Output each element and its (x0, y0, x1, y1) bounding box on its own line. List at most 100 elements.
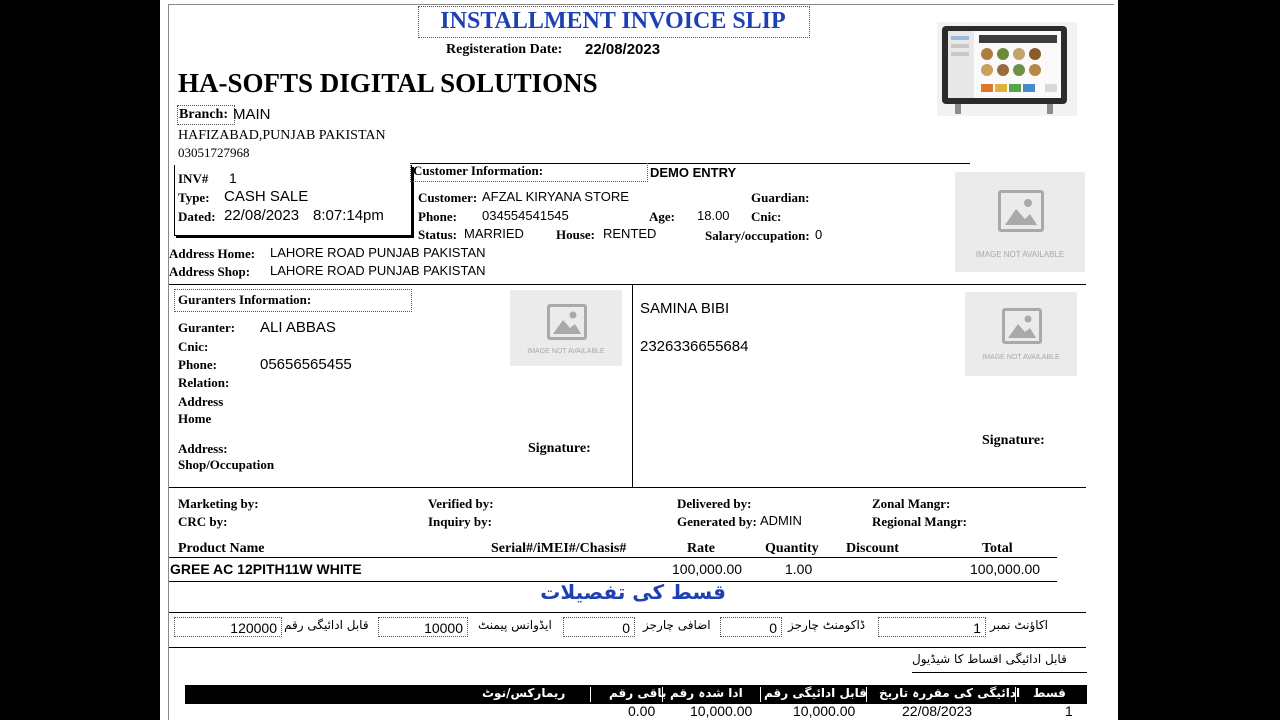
sched-date: 22/08/2023 (902, 703, 973, 719)
guarantor-top-line (168, 284, 1086, 285)
customer-value: AFZAL KIRYANA STORE (482, 189, 629, 204)
advance-payment-field: 10000 (378, 617, 468, 637)
branch-value: MAIN (233, 106, 271, 123)
guarantor2-cnic: 2326336655684 (640, 338, 749, 355)
verified-label: Verified by: (428, 496, 494, 511)
product-total: 100,000.00 (970, 561, 1041, 577)
customer-phone: 034554541545 (482, 208, 569, 223)
sched-col-remarks: ریمارکس/نوٹ (482, 686, 566, 700)
guarantor-divider (632, 284, 633, 487)
col-discount: Discount (846, 541, 899, 556)
address-shop-label: Address Shop: (169, 264, 251, 279)
image-icon (1002, 308, 1042, 344)
guarantor2-signature-label: Signature: (982, 433, 1045, 448)
sched-paid: 10,000.00 (690, 703, 753, 719)
sched-col-no: قسط نمبر (1033, 686, 1066, 714)
sched-remaining: 0.00 (628, 703, 656, 719)
page-top-border (168, 4, 1114, 5)
house-value: RENTED (603, 226, 657, 241)
extra-charges-field: 0 (563, 617, 635, 637)
customer-cnic-label: Cnic: (751, 209, 782, 224)
installment-bottom-line (168, 647, 1086, 648)
crc-label: CRC by: (178, 514, 228, 529)
guarantor-signature-label: Signature: (528, 441, 591, 456)
guarantor-phone-label: Phone: (178, 357, 217, 372)
product-header-line (168, 557, 1057, 558)
sched-col-date: ادائیگی کی مقررہ تاریخ (879, 686, 1021, 700)
sched-payable: 10,000.00 (793, 703, 856, 719)
col-quantity: Quantity (765, 541, 819, 556)
sched-no: 1 (1065, 703, 1073, 719)
address-home-value: LAHORE ROAD PUNJAB PAKISTAN (270, 245, 486, 260)
type-value: CASH SALE (224, 188, 309, 205)
zonal-label: Zonal Mangr: (872, 496, 951, 511)
guarantor-address-home-label-1: Address (178, 394, 224, 409)
product-qty: 1.00 (785, 561, 813, 577)
account-number-field: 1 (878, 617, 986, 637)
sched-col-remaining: باقی رقم (609, 686, 667, 700)
guarantor2-name: SAMINA BIBI (640, 300, 730, 317)
guarantor-cnic-label: Cnic: (178, 339, 209, 354)
house-label: House: (556, 227, 595, 242)
delivered-label: Delivered by: (677, 496, 752, 511)
account-number-label: اکاؤنٹ نمبر (990, 618, 1048, 632)
address-shop-value: LAHORE ROAD PUNJAB PAKISTAN (270, 263, 486, 278)
inv-number: 1 (229, 170, 237, 186)
customer-label: Customer: (418, 190, 478, 205)
installment-top-line (168, 612, 1086, 613)
advance-payment-label: ایڈوانس پیمنٹ (478, 618, 552, 632)
reg-date-label: Registeration Date: (446, 42, 563, 57)
installment-heading: قسط کی تفصیلات (540, 580, 726, 604)
reg-date: 22/08/2023 (585, 41, 661, 58)
guarantor-phone: 05656565455 (260, 356, 352, 373)
guarantor-name: ALI ABBAS (260, 319, 336, 336)
salary-value: 0 (815, 227, 823, 242)
guarantor-address-home-label-2: Home (178, 411, 212, 426)
address-home-label: Address Home: (169, 246, 256, 261)
invoice-page: INSTALLMENT INVOICE SLIP Registeration D… (160, 0, 1118, 720)
inquiry-label: Inquiry by: (428, 514, 492, 529)
marketing-label: Marketing by: (178, 496, 259, 511)
image-not-available-text: IMAGE NOT AVAILABLE (975, 250, 1065, 259)
time-value: 8:07:14pm (313, 207, 384, 224)
status-label: Status: (418, 227, 458, 242)
guarantor2-photo: IMAGE NOT AVAILABLE (965, 292, 1077, 376)
schedule-label-underline (912, 672, 1087, 673)
company-address: HAFIZABAD,PUNJAB PAKISTAN (178, 128, 386, 143)
salary-label: Salary/occupation: (705, 228, 810, 243)
guarantor-name-label: Guranter: (178, 320, 236, 335)
doc-charges-field: 0 (720, 617, 782, 637)
status-value: MARRIED (464, 226, 524, 241)
payable-amount-label: قابل ادائیگی رقم (284, 618, 369, 632)
product-name: GREE AC 12PITH11W WHITE (170, 561, 362, 577)
guardian-label: Guardian: (751, 190, 810, 205)
sched-col-payable: قابل ادائیگی رقم (764, 686, 868, 700)
schedule-header: قسط نمبر ادائیگی کی مقررہ تاریخ قابل ادا… (185, 685, 1087, 714)
guarantor-address-shop-label-1: Address: (178, 441, 228, 456)
guarantor-section-label: Guranters Information: (178, 292, 312, 307)
payable-amount-field: 120000 (174, 617, 282, 637)
customer-photo: IMAGE NOT AVAILABLE (955, 172, 1085, 272)
customer-phone-label: Phone: (418, 209, 457, 224)
age-label: Age: (649, 209, 675, 224)
generated-value: ADMIN (760, 513, 802, 528)
guarantor-bottom-line (168, 487, 1086, 488)
sched-col-paid: ادا شدہ رقم (670, 686, 743, 700)
customer-section-label: Customer Information: (413, 163, 544, 178)
age-value: 18.00 (697, 208, 730, 223)
product-rate: 100,000.00 (672, 561, 743, 577)
doc-charges-label: ڈاکومنٹ چارجز (788, 618, 866, 632)
image-not-available-text: IMAGE NOT AVAILABLE (527, 348, 605, 355)
image-not-available-text: IMAGE NOT AVAILABLE (982, 354, 1060, 361)
guarantor-relation-label: Relation: (178, 375, 230, 390)
slip-title: INSTALLMENT INVOICE SLIP (440, 8, 786, 34)
regional-label: Regional Mangr: (872, 514, 967, 529)
image-icon (547, 304, 587, 340)
branch-label: Branch: (179, 107, 228, 122)
col-total: Total (982, 541, 1013, 556)
col-serial: Serial#/iMEI#/Chasis# (491, 541, 627, 556)
demo-entry: DEMO ENTRY (650, 165, 737, 180)
company-logo (937, 22, 1077, 116)
company-name: HA-SOFTS DIGITAL SOLUTIONS (178, 68, 598, 98)
guarantor-address-shop-label-2: Shop/Occupation (178, 457, 275, 472)
